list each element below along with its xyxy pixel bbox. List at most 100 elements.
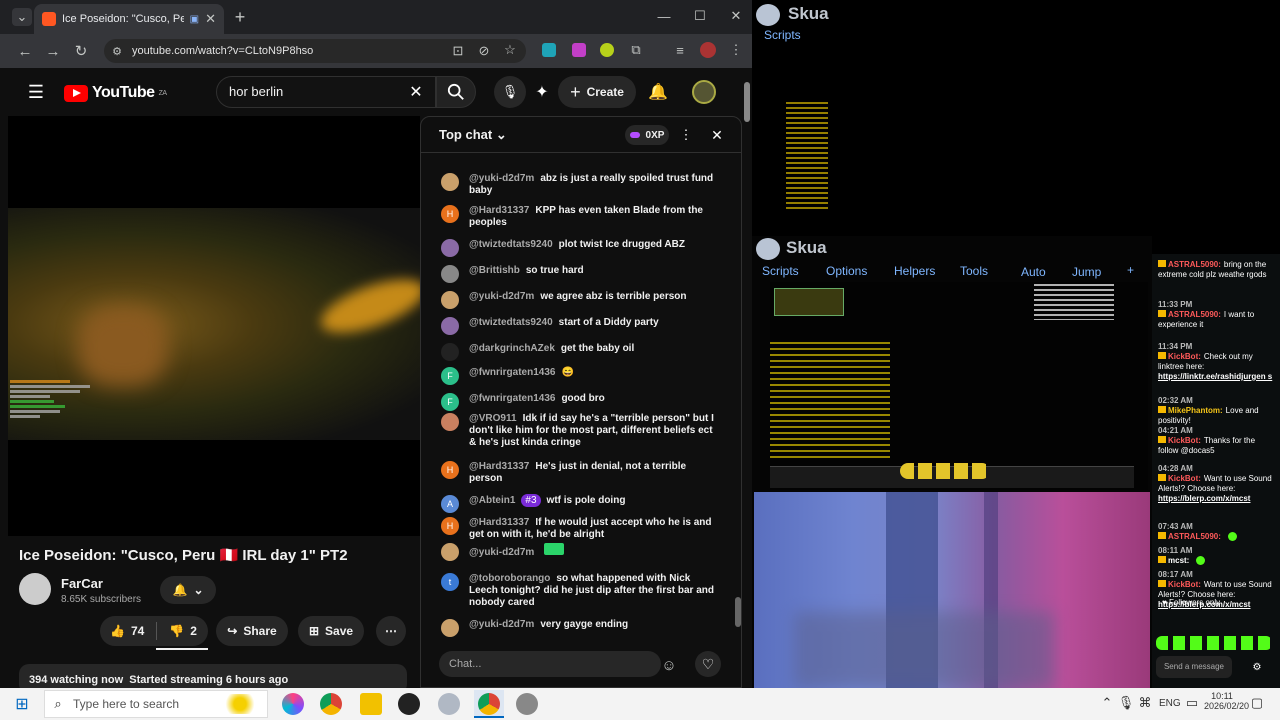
obs-icon[interactable] — [398, 693, 420, 715]
back-button[interactable]: ← — [16, 42, 34, 60]
chat-message[interactable]: @yuki-d2d7m — [441, 543, 717, 561]
chat-author-avatar[interactable] — [441, 173, 459, 191]
tab-search-icon[interactable]: ⌄ — [12, 8, 32, 26]
chat-message[interactable]: H @Hard31337 If he would just accept who h… — [441, 517, 717, 541]
chrome-active-icon[interactable] — [478, 693, 500, 715]
kick-username[interactable]: mcst: — [1168, 556, 1189, 565]
emoji-icon[interactable]: ☺ — [659, 655, 679, 675]
top-chat-dropdown[interactable]: Top chat ⌄ — [439, 127, 507, 143]
notification-center-icon[interactable]: ▢ — [1250, 695, 1264, 710]
channel-avatar[interactable] — [19, 573, 51, 605]
chat-author-avatar[interactable] — [441, 239, 459, 257]
kick-message-link[interactable]: https://blerp.com/x/mcst — [1158, 494, 1274, 504]
display-icon[interactable]: ▭ — [1186, 695, 1198, 710]
kick-username[interactable]: KickBot: — [1168, 474, 1201, 483]
subscribed-bell-button[interactable]: 🔔 ⌄ — [160, 576, 216, 604]
chat-message[interactable]: @yuki-d2d7m we agree abz is terrible pers… — [441, 291, 717, 309]
emote-row[interactable] — [1156, 636, 1272, 650]
chat-author-name[interactable]: @fwnrirgaten1436 — [469, 393, 555, 404]
chat-scrollbar[interactable] — [735, 157, 741, 643]
chat-author-avatar[interactable] — [441, 343, 459, 361]
chat-input[interactable]: Chat... — [439, 651, 661, 677]
kick-username[interactable]: ASTRAL5090: — [1168, 532, 1221, 541]
kick-chat-message[interactable]: 02:32 AM MikePhantom: Love and positivity! — [1158, 396, 1274, 426]
hamburger-menu-icon[interactable]: ☰ — [26, 82, 46, 102]
chat-author-avatar[interactable] — [441, 413, 459, 431]
maximize-button[interactable]: ☐ — [692, 8, 708, 24]
chat-author-name[interactable]: @Hard31337 — [469, 517, 529, 528]
chat-message[interactable]: F @fwnrirgaten1436 good bro — [441, 393, 717, 411]
tray-chevron-icon[interactable]: ⌃ — [1100, 695, 1114, 710]
window-close-button[interactable]: ✕ — [728, 8, 744, 24]
extension-icon[interactable] — [600, 43, 614, 57]
chat-message[interactable]: H @Hard31337 He's just in denial, not a te… — [441, 461, 717, 485]
voice-search-button[interactable]: 🎙 — [494, 76, 526, 108]
clear-search-icon[interactable]: ✕ — [406, 82, 426, 102]
kick-send-input[interactable]: Send a message — [1156, 656, 1232, 678]
chat-author-name[interactable]: @Hard31337 — [469, 205, 529, 216]
kick-chat-message[interactable]: 04:28 AM KickBot: Want to use Sound Alerts… — [1158, 464, 1274, 504]
chat-message[interactable]: H @Hard31337 KPP has even taken Blade from… — [441, 205, 717, 229]
chat-author-avatar[interactable]: t — [441, 573, 459, 591]
chat-author-avatar[interactable]: H — [441, 461, 459, 479]
share-button[interactable]: ↪ Share — [216, 616, 288, 646]
chat-message[interactable]: @darkgrinchAZek get the baby oil — [441, 343, 717, 361]
chat-author-name[interactable]: @Brittishb — [469, 265, 520, 276]
like-button[interactable]: 👍 74 — [110, 624, 144, 638]
page-scrollbar[interactable] — [742, 70, 752, 688]
chat-close-icon[interactable]: ✕ — [709, 127, 725, 143]
minimize-button[interactable]: — — [656, 8, 672, 24]
action-bar[interactable] — [770, 463, 1134, 488]
chat-author-avatar[interactable]: H — [441, 205, 459, 223]
skua-active-icon[interactable] — [516, 693, 538, 715]
skua-menu-jump[interactable]: Jump — [1072, 265, 1101, 279]
chat-author-name[interactable]: @yuki-d2d7m — [469, 291, 534, 302]
install-icon[interactable]: ⊡ — [450, 43, 466, 58]
windows-start-icon[interactable]: ⊞ — [12, 694, 32, 714]
create-button[interactable]: + Create — [558, 76, 636, 108]
skua-menu-tools[interactable]: Tools — [960, 264, 988, 278]
tab-close-icon[interactable]: ✕ — [205, 11, 216, 27]
eye-off-icon[interactable]: ⊘ — [476, 43, 492, 58]
chat-message[interactable]: @twiztedtats9240 start of a Diddy party — [441, 317, 717, 335]
more-actions-button[interactable]: ⋯ — [376, 616, 406, 646]
xp-badge[interactable]: 0XP — [625, 125, 669, 145]
reload-button[interactable]: ↻ — [72, 42, 90, 60]
site-info-icon[interactable]: ⚙ — [110, 44, 124, 58]
chat-scroll-thumb[interactable] — [735, 597, 741, 627]
kick-username[interactable]: KickBot: — [1168, 436, 1201, 445]
kick-chat-message[interactable]: 08:11 AM mcst: — [1158, 546, 1274, 566]
chat-message[interactable]: @Brittishb so true hard — [441, 265, 717, 283]
search-button[interactable] — [436, 76, 476, 108]
forward-button[interactable]: → — [44, 42, 62, 60]
chat-author-name[interactable]: @VRO911 — [469, 413, 517, 424]
language-indicator[interactable]: ENG — [1159, 698, 1181, 709]
chat-author-name[interactable]: @darkgrinchAZek — [469, 343, 555, 354]
video-player[interactable] — [8, 116, 420, 536]
youtube-logo[interactable]: YouTube ZA — [64, 83, 167, 103]
new-tab-button[interactable]: + — [230, 7, 250, 27]
chat-author-avatar[interactable] — [441, 291, 459, 309]
search-input[interactable]: hor berlin — [216, 76, 436, 108]
file-explorer-icon[interactable] — [360, 693, 382, 715]
skua-menu-scripts[interactable]: Scripts — [762, 264, 799, 278]
chat-author-name[interactable]: @Hard31337 — [469, 461, 529, 472]
chat-author-name[interactable]: @yuki-d2d7m — [469, 619, 534, 630]
chat-message[interactable]: t @toboroborango so what happened with Nic… — [441, 573, 717, 609]
chat-author-avatar[interactable]: A — [441, 495, 459, 513]
game-viewport[interactable] — [770, 282, 1148, 490]
chat-message[interactable]: F @fwnrirgaten1436 😄 — [441, 367, 717, 385]
kick-chat-message[interactable]: 11:33 PM ASTRAL5090: I want to experience … — [1158, 300, 1274, 330]
dislike-button[interactable]: 👎 2 — [169, 624, 197, 638]
chat-author-avatar[interactable]: F — [441, 393, 459, 411]
chat-author-name[interactable]: @Abtein1 — [469, 495, 515, 506]
chat-more-icon[interactable]: ⋮ — [679, 127, 693, 143]
chat-author-avatar[interactable] — [441, 619, 459, 637]
kick-chat-message[interactable]: 07:43 AM ASTRAL5090: — [1158, 522, 1274, 542]
chrome-taskbar-icon[interactable] — [320, 693, 342, 715]
chat-message[interactable]: @yuki-d2d7m very gayge ending — [441, 619, 717, 637]
bookmark-star-icon[interactable]: ☆ — [502, 42, 518, 57]
kick-message-link[interactable]: https://linktr.ee/rashidjurgen s — [1158, 372, 1274, 382]
skua-menu-auto[interactable]: Auto — [1021, 265, 1046, 279]
kick-username[interactable]: ASTRAL5090: — [1168, 260, 1221, 269]
